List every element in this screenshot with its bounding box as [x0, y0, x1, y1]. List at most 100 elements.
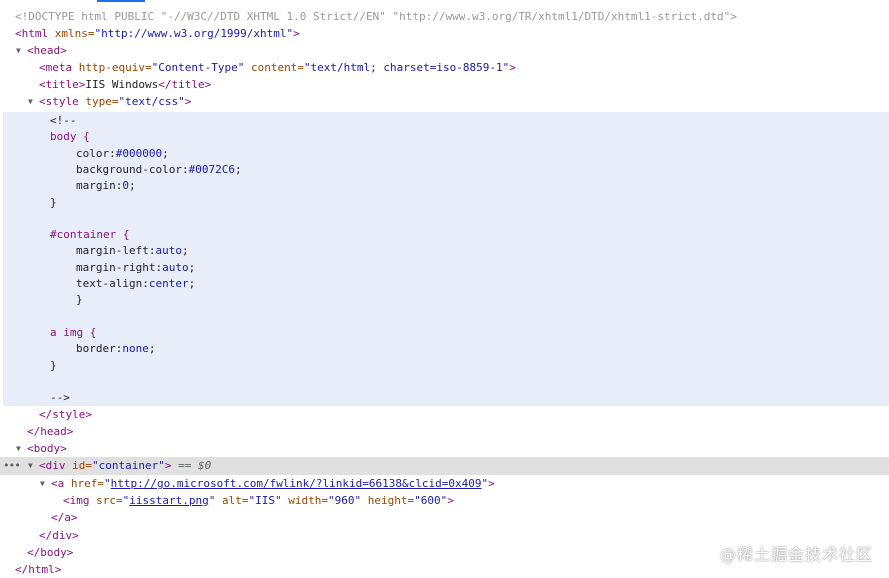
- tag-close: >: [488, 477, 495, 490]
- css-selector-a-img: a img {: [50, 326, 97, 339]
- expand-head-icon[interactable]: ▼: [16, 42, 21, 59]
- href-link[interactable]: http://go.microsoft.com/fwlink/?linkid=6…: [111, 477, 482, 490]
- a-close-tag: </a>: [51, 511, 78, 524]
- css-line[interactable]: a img {: [0, 324, 889, 341]
- css-line[interactable]: }: [0, 194, 889, 211]
- console-ref-var: $0: [197, 459, 212, 472]
- css-line[interactable]: border:none;: [0, 340, 889, 357]
- css-line[interactable]: <!--: [0, 112, 889, 129]
- doctype-text: <!DOCTYPE html PUBLIC "-//W3C//DTD XHTML…: [15, 10, 737, 23]
- attr-name: id=: [65, 459, 92, 472]
- dom-tree-panel: <!DOCTYPE html PUBLIC "-//W3C//DTD XHTML…: [0, 0, 889, 578]
- style-open-row[interactable]: ▼ <style type="text/css">: [0, 93, 889, 110]
- attr-value: "IIS": [248, 494, 282, 507]
- css-brace-close: }: [50, 196, 57, 209]
- css-declaration: border:none;: [76, 340, 155, 357]
- src-link[interactable]: iisstart.png: [129, 494, 208, 507]
- tag-close: >: [184, 95, 192, 108]
- title-row[interactable]: <title>IIS Windows</title>: [0, 76, 889, 93]
- css-declaration: text-align:center;: [76, 275, 195, 292]
- css-line[interactable]: background-color:#0072C6;: [0, 161, 889, 178]
- css-line[interactable]: text-align:center;: [0, 275, 889, 292]
- attr-name: href=: [64, 477, 104, 490]
- css-line[interactable]: }: [0, 357, 889, 374]
- attr-name: src=: [89, 494, 123, 507]
- css-value: #000000: [115, 147, 163, 160]
- css-line[interactable]: body {: [0, 128, 889, 145]
- attr-name: width=: [281, 494, 328, 507]
- attr-value: "960": [327, 494, 362, 507]
- console-ref-eq: ==: [171, 459, 198, 472]
- title-tag: <title>IIS Windows</title>: [39, 76, 211, 93]
- css-line[interactable]: color:#000000;: [0, 145, 889, 162]
- attr-value: "Content-Type": [151, 61, 245, 74]
- body-close-tag: </body>: [27, 546, 74, 559]
- tag-name: <a: [51, 477, 65, 490]
- watermark: @稀土掘金技术社区: [719, 545, 873, 564]
- css-declaration: color:#000000;: [76, 145, 169, 162]
- attr-value: "http://www.w3.org/1999/xhtml": [94, 27, 294, 40]
- css-brace-close: }: [50, 359, 57, 372]
- div-container-row[interactable]: ••• ▼ <div id="container"> == $0: [0, 457, 889, 474]
- css-property: color:: [76, 147, 116, 160]
- a-open-row[interactable]: ▼ <a href="http://go.microsoft.com/fwlin…: [0, 475, 889, 492]
- tag-name: <meta: [39, 61, 73, 74]
- img-tag: <img src="iisstart.png" alt="IIS" width=…: [63, 492, 454, 509]
- attr-name: height=: [361, 494, 415, 507]
- attr-value: "text/html; charset=iso-8859-1": [303, 61, 510, 74]
- expand-style-icon[interactable]: ▼: [28, 93, 33, 110]
- head-close-row[interactable]: </head>: [0, 423, 889, 440]
- css-property: margin-right:: [76, 261, 163, 274]
- css-property: text-align:: [76, 277, 149, 290]
- body-open-tag: <body>: [27, 442, 67, 455]
- css-property: margin-left:: [76, 244, 156, 257]
- body-open-row[interactable]: ▼ <body>: [0, 440, 889, 457]
- css-property: background-color:: [76, 163, 189, 176]
- css-semicolon: ;: [162, 147, 169, 160]
- head-close-tag: </head>: [27, 425, 74, 438]
- css-declaration: margin-right:auto;: [76, 259, 195, 276]
- expand-body-icon[interactable]: ▼: [16, 440, 21, 457]
- style-close-row[interactable]: </style>: [0, 406, 889, 423]
- css-selector-container: #container {: [50, 228, 130, 241]
- img-row[interactable]: <img src="iisstart.png" alt="IIS" width=…: [0, 492, 889, 509]
- css-comment-open: <!--: [50, 114, 77, 127]
- div-open-tag: <div id="container"> == $0: [39, 457, 211, 474]
- tag-name: <html: [15, 27, 49, 40]
- a-open-tag: <a href="http://go.microsoft.com/fwlink/…: [51, 475, 495, 492]
- attr-value: "600": [414, 494, 448, 507]
- css-declaration: margin-left:auto;: [76, 242, 189, 259]
- meta-row[interactable]: <meta http-equiv="Content-Type" content=…: [0, 59, 889, 76]
- expand-a-icon[interactable]: ▼: [40, 475, 45, 492]
- css-line[interactable]: margin-right:auto;: [0, 259, 889, 276]
- css-declaration: margin:0;: [76, 177, 136, 194]
- title-text: IIS Windows: [85, 78, 159, 91]
- more-options-icon[interactable]: •••: [3, 457, 21, 474]
- head-open-row[interactable]: ▼ <head>: [0, 42, 889, 59]
- active-tab-indicator: [97, 0, 145, 2]
- html-open-row[interactable]: <html xmlns="http://www.w3.org/1999/xhtm…: [0, 25, 889, 42]
- html-open-tag: <html xmlns="http://www.w3.org/1999/xhtm…: [15, 25, 300, 42]
- css-line[interactable]: }: [0, 291, 889, 308]
- css-value: auto: [155, 244, 182, 257]
- css-line[interactable]: #container {: [0, 226, 889, 243]
- doctype-row[interactable]: <!DOCTYPE html PUBLIC "-//W3C//DTD XHTML…: [0, 8, 889, 25]
- css-comment-close: -->: [50, 391, 70, 404]
- tag-open: <title>: [39, 78, 86, 91]
- head-open-tag: <head>: [27, 44, 67, 57]
- css-semicolon: ;: [188, 277, 196, 290]
- css-value: #0072C6: [188, 163, 235, 176]
- attr-name: xmlns=: [48, 27, 95, 40]
- style-open-tag: <style type="text/css">: [39, 93, 191, 110]
- css-property: border:: [76, 342, 123, 355]
- css-line[interactable]: margin:0;: [0, 177, 889, 194]
- attr-value: "text/css": [118, 95, 185, 108]
- a-close-row[interactable]: </a>: [0, 509, 889, 526]
- tag-close: >: [293, 27, 300, 40]
- style-close-tag: </style>: [39, 408, 92, 421]
- css-line[interactable]: -->: [0, 389, 889, 406]
- expand-div-icon[interactable]: ▼: [28, 457, 33, 474]
- attr-name: content=: [244, 61, 304, 74]
- css-line[interactable]: margin-left:auto;: [0, 242, 889, 259]
- css-semicolon: ;: [188, 261, 196, 274]
